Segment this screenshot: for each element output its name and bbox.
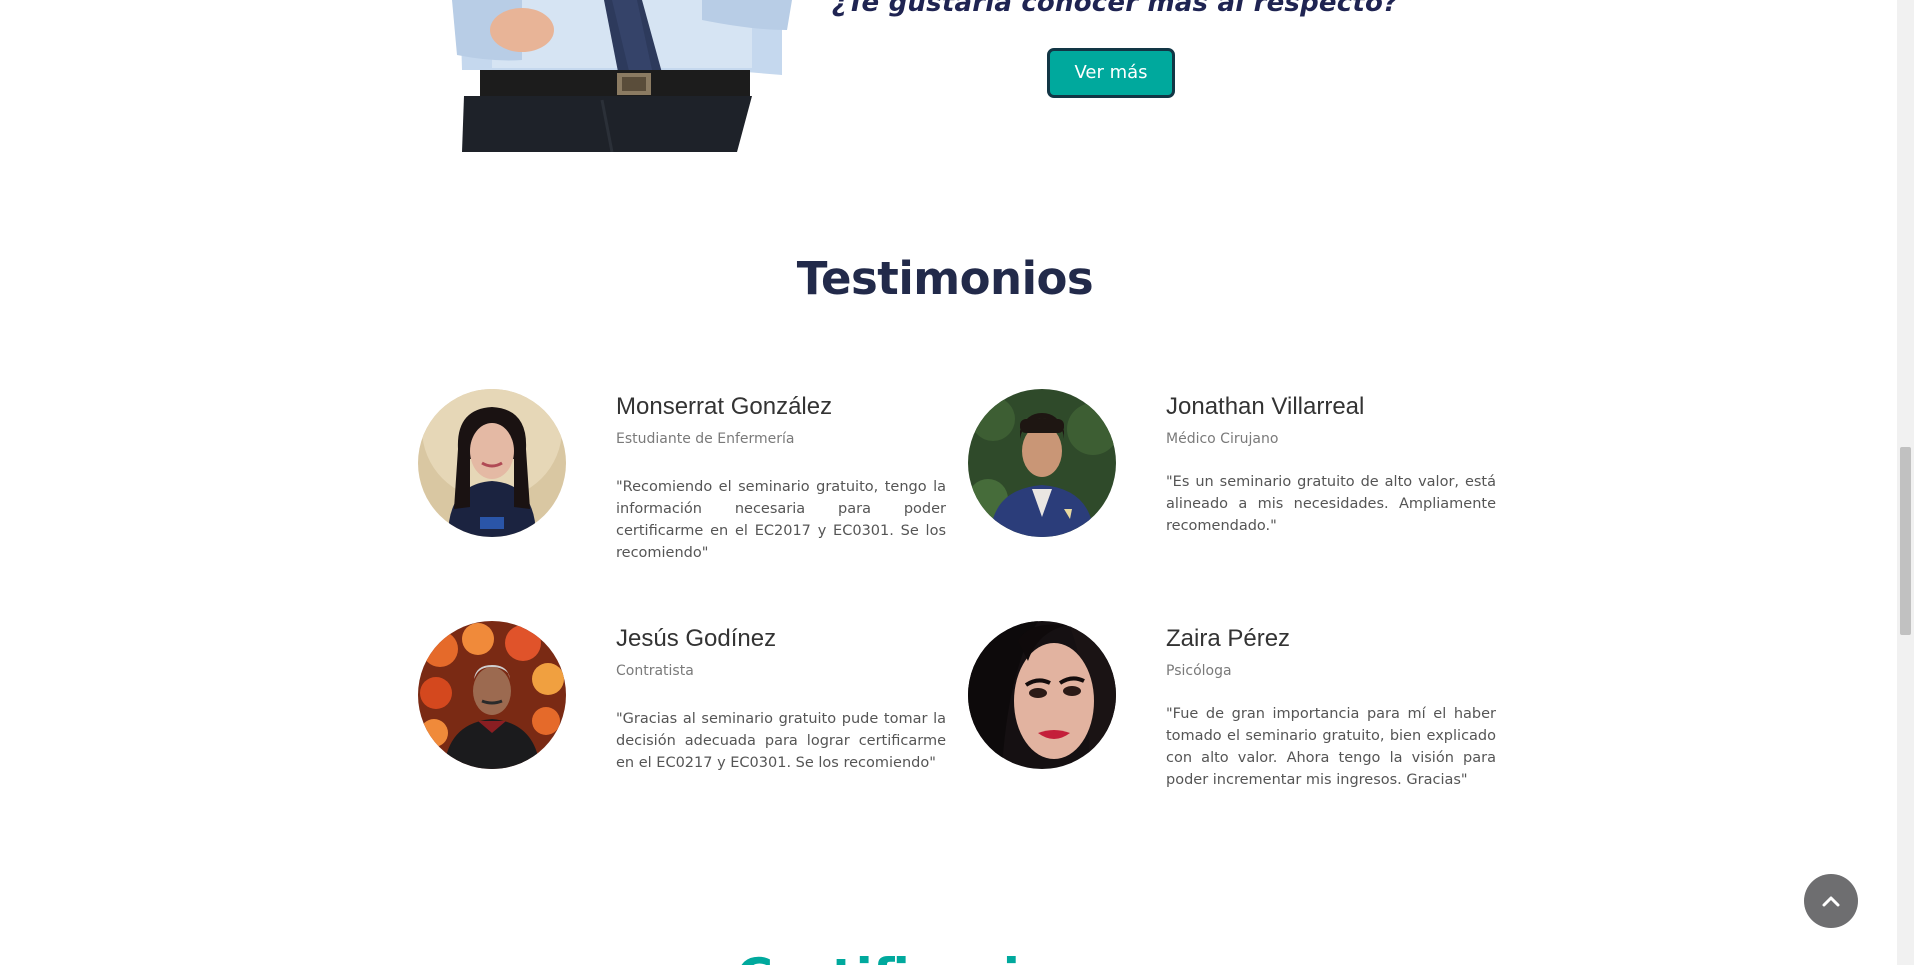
testimonial-quote: "Gracias al seminario gratuito pude toma… [616, 711, 946, 771]
testimonial-quote: "Es un seminario gratuito de alto valor,… [1166, 474, 1496, 534]
testimonial-quote: "Fue de gran importancia para mí el habe… [1166, 706, 1496, 788]
testimonial-card: Jesús Godínez Contratista "Gracias al se… [418, 621, 948, 791]
page: ¿Te gustaría conocer más al respecto? Ve… [0, 0, 1914, 965]
hero-person-image [452, 0, 792, 152]
testimonial-name: Jonathan Villarreal [1166, 393, 1365, 420]
testimonial-card: Jonathan Villarreal Médico Cirujano "Es … [968, 389, 1498, 559]
testimonial-card: Zaira Pérez Psicóloga "Fue de gran impor… [968, 621, 1498, 791]
page-scrollbar[interactable] [1897, 0, 1914, 965]
next-section-title-clip: Certificaciones [0, 940, 1890, 965]
avatar [968, 621, 1116, 769]
testimonial-quote: "Recomiendo el seminario gratuito, tengo… [616, 479, 946, 561]
cta-question: ¿Te gustaría conocer más al respecto? [831, 0, 1399, 18]
ver-mas-button[interactable]: Ver más [1047, 48, 1175, 98]
testimonial-role: Estudiante de Enfermería [616, 431, 795, 447]
testimonial-role: Psicóloga [1166, 663, 1232, 679]
scroll-top-button[interactable] [1804, 874, 1858, 928]
avatar [968, 389, 1116, 537]
testimonial-card: Monserrat González Estudiante de Enferme… [418, 389, 948, 561]
chevron-up-icon [1822, 896, 1840, 907]
testimonial-role: Médico Cirujano [1166, 431, 1279, 447]
scrollbar-thumb[interactable] [1900, 447, 1911, 635]
avatar [418, 621, 566, 769]
testimonial-name: Monserrat González [616, 393, 833, 420]
avatar [418, 389, 566, 537]
testimonial-name: Zaira Pérez [1166, 625, 1291, 652]
testimonial-name: Jesús Godínez [616, 625, 777, 652]
next-section-title: Certificaciones [0, 948, 1890, 965]
testimonial-role: Contratista [616, 663, 694, 679]
testimonials-title: Testimonios [796, 252, 1094, 305]
